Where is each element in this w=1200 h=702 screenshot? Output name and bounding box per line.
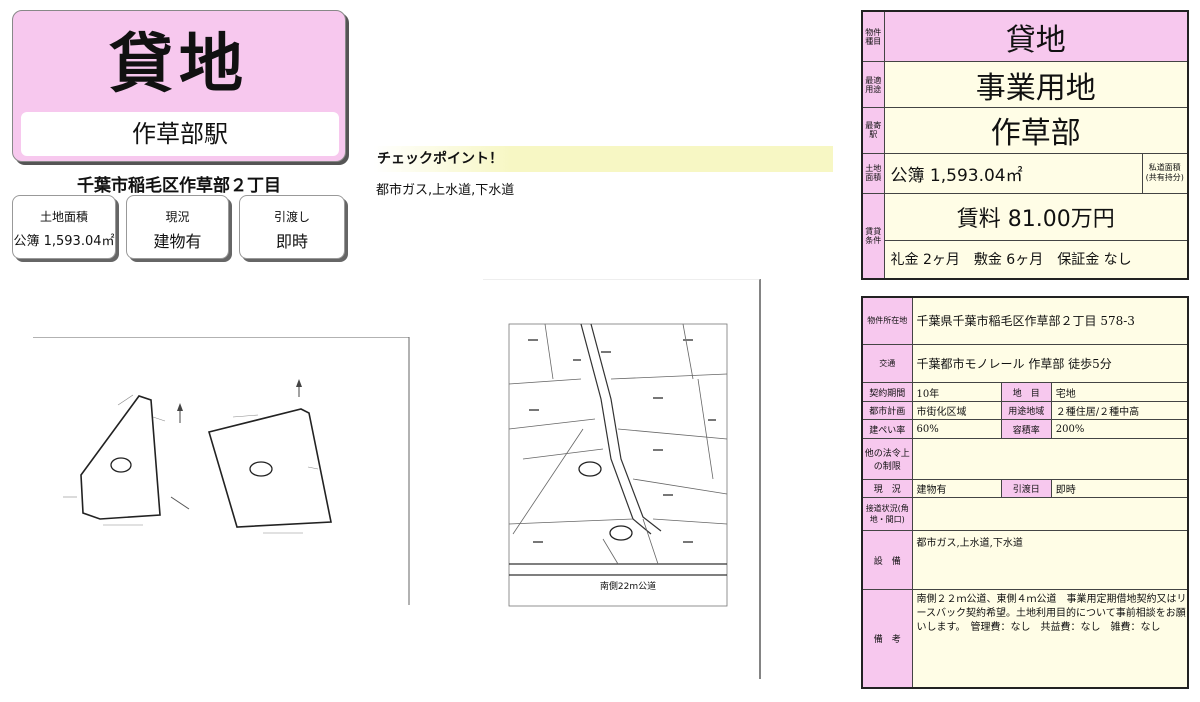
remarks: 南側２２ｍ公道、東側４ｍ公道 事業用定期借地契約又はリースバック契約希望。土地利… [911, 589, 1189, 689]
checkpoint-text: 都市ガス,上水道,下水道 [376, 183, 515, 198]
road-access [911, 497, 1189, 531]
label-status: 現 況 [861, 478, 913, 499]
checkpoint-heading: チェックポイント！ [373, 146, 833, 172]
label-contract: 契約期間 [861, 382, 913, 402]
label-city-plan: 都市計画 [861, 400, 913, 421]
info-value: 建物有 [153, 232, 202, 251]
private-road-note: 私道面積 (共有持分) [1141, 152, 1189, 195]
label-zoning: 用途地域 [1000, 400, 1052, 421]
label-area: 土地面積 [861, 152, 885, 195]
label-use: 最適用途 [861, 61, 885, 108]
info-box-handover: 引渡し 即時 [239, 195, 345, 259]
info-label: 現況 [165, 210, 190, 224]
legal-restrictions [911, 437, 1189, 480]
rent-terms: 礼金 2ヶ月 敷金 6ヶ月 保証金 なし [883, 239, 1189, 280]
cadastral-map: 南側22m公道 [483, 279, 765, 679]
label-station: 最寄駅 [861, 106, 885, 154]
info-label: 引渡し [273, 210, 310, 224]
transport: 千葉都市モノレール 作草部 徒歩5分 [911, 343, 1189, 384]
info-box-area: 土地面積 公簿 1,593.04㎡ [12, 195, 116, 259]
details-table: 物件所在地 千葉県千葉市稲毛区作草部２丁目 578-3 交通 千葉都市モノレール… [861, 296, 1189, 689]
label-facility: 設 備 [861, 529, 913, 591]
info-box-status: 現況 建物有 [126, 195, 229, 259]
map-bg [483, 279, 765, 679]
label-remarks: 備 考 [861, 589, 913, 689]
best-use: 事業用地 [883, 61, 1189, 108]
current-status: 建物有 [911, 478, 1002, 499]
label-type: 物件種目 [861, 10, 885, 63]
property-type: 貸地 [883, 10, 1189, 63]
survey-drawing [33, 337, 411, 605]
contract-term: 10年 [911, 382, 1002, 402]
label-rent: 賃貸条件 [861, 193, 885, 280]
drawing-bg [33, 337, 411, 605]
land-area: 公簿 1,593.04㎡ [883, 152, 1143, 195]
info-value: 即時 [275, 232, 308, 251]
city-plan: 市街化区域 [911, 400, 1002, 421]
station-banner: 作草部駅 [21, 112, 339, 156]
label-land-category: 地 目 [1000, 382, 1052, 402]
building-coverage: 60% [911, 419, 1002, 439]
label-coverage: 建ぺい率 [861, 419, 913, 439]
listing-type-title: 貸地 [109, 28, 249, 102]
address-line: 千葉市稲毛区作草部２丁目 [77, 176, 281, 196]
label-road: 接道状況(角地・間口) [861, 497, 913, 531]
info-label: 土地面積 [39, 210, 88, 224]
nearest-station: 作草部 [883, 106, 1189, 154]
label-legal: 他の法令上の制限 [861, 437, 913, 480]
label-transport: 交通 [861, 343, 913, 384]
handover-date: 即時 [1050, 478, 1189, 499]
label-handover: 引渡日 [1000, 478, 1052, 499]
land-category: 宅地 [1050, 382, 1189, 402]
facilities: 都市ガス,上水道,下水道 [911, 529, 1189, 591]
label-location: 物件所在地 [861, 296, 913, 345]
summary-table: 物件種目 貸地 最適用途 事業用地 最寄駅 作草部 土地面積 公簿 1,593.… [861, 10, 1189, 280]
floor-area-ratio: 200% [1050, 419, 1189, 439]
title-card: 貸地 作草部駅 [12, 10, 346, 162]
rent-amount: 賃料 81.00万円 [883, 193, 1189, 241]
zoning: ２種住居/２種中高 [1050, 400, 1189, 421]
info-value: 公簿 1,593.04㎡ [13, 234, 115, 249]
label-far: 容積率 [1000, 419, 1052, 439]
property-location: 千葉県千葉市稲毛区作草部２丁目 578-3 [911, 296, 1189, 345]
road-label: 南側22m公道 [600, 580, 656, 592]
